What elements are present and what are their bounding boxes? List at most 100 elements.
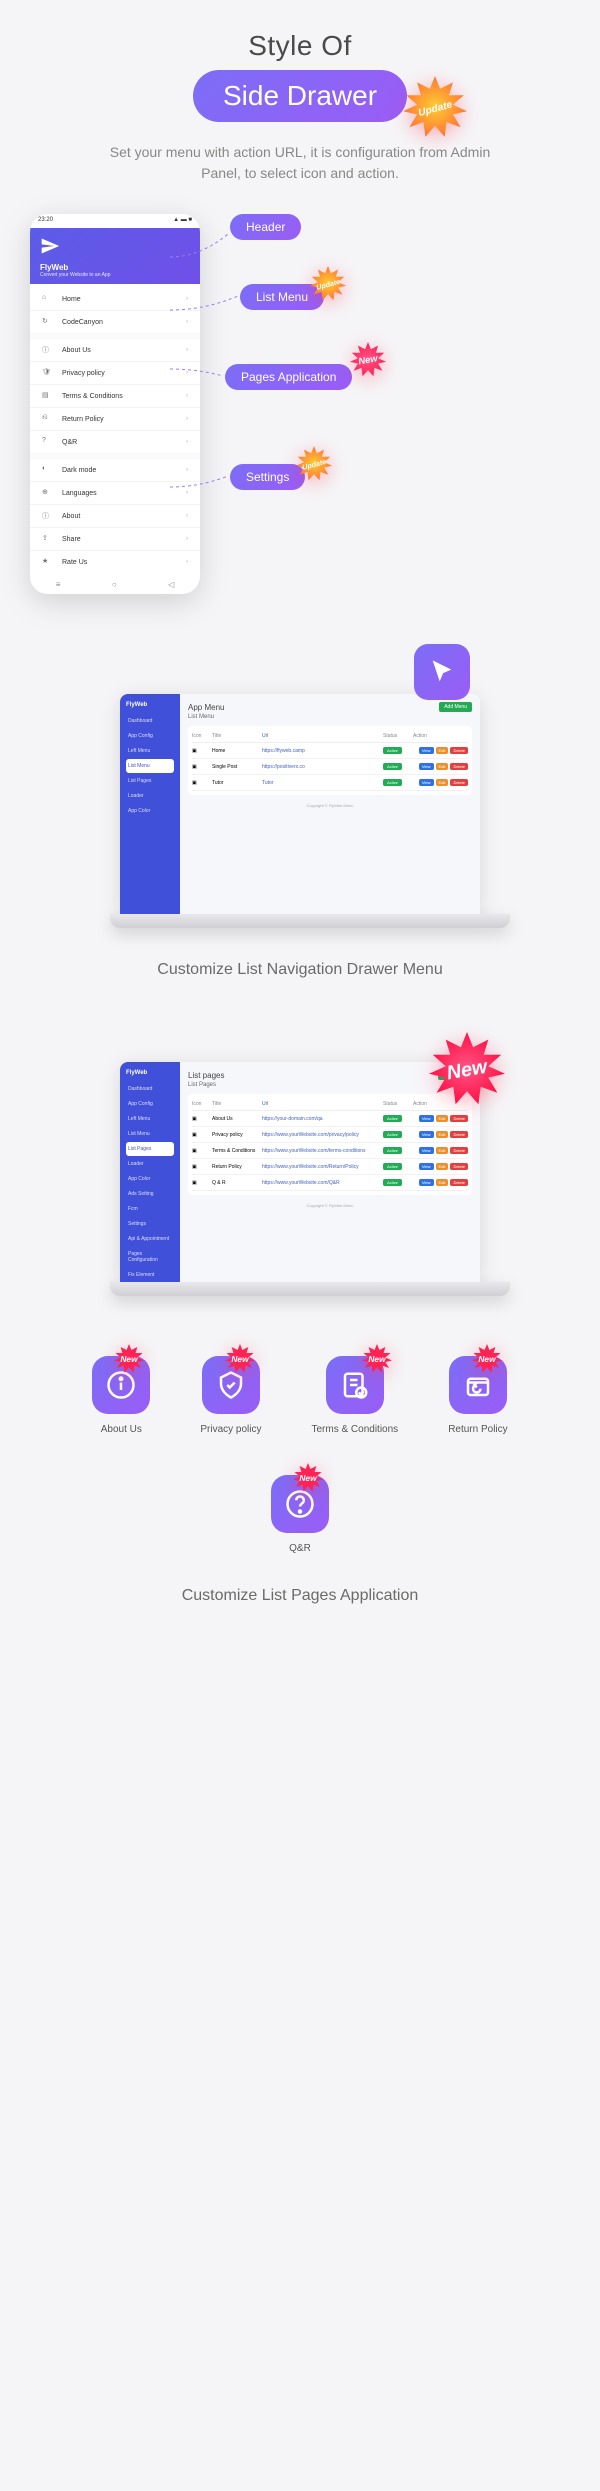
view-button[interactable]: View xyxy=(419,1131,434,1138)
callout-line xyxy=(170,364,225,384)
edit-button[interactable]: Edit xyxy=(436,747,449,754)
sidebar-item[interactable]: App Config xyxy=(126,1097,174,1111)
row-status: Active xyxy=(383,1116,413,1122)
drawer-item-codecanyon[interactable]: ↻CodeCanyon› xyxy=(30,311,200,333)
sidebar-item[interactable]: Left Menu xyxy=(126,744,174,758)
add-button[interactable]: Add Menu xyxy=(439,702,472,712)
edit-button[interactable]: Edit xyxy=(436,779,449,786)
laptop-screen: FlyWeb Dashboard App Config Left Menu Li… xyxy=(120,694,480,914)
drawer-item-rate[interactable]: ★Rate Us› xyxy=(30,551,200,573)
laptop-base xyxy=(110,914,510,928)
sidebar-item[interactable]: Api & Appointment xyxy=(126,1232,174,1246)
edit-button[interactable]: Edit xyxy=(436,1179,449,1186)
delete-button[interactable]: Delete xyxy=(450,1163,468,1170)
chevron-right-icon: › xyxy=(186,347,188,353)
row-url[interactable]: https://www.yourWebsite.com/Q&R xyxy=(262,1180,383,1186)
sidebar-item[interactable]: App Color xyxy=(126,804,174,818)
title-line1: Style Of xyxy=(0,30,600,62)
admin-subtitle: List Menu xyxy=(188,714,472,720)
sidebar-item[interactable]: Fix Element xyxy=(126,1268,174,1282)
new-badge-small: New xyxy=(293,1463,323,1493)
title-block: Style Of Side Drawer Update xyxy=(0,30,600,122)
sidebar-item[interactable]: Dashboard xyxy=(126,1082,174,1096)
edit-button[interactable]: Edit xyxy=(436,763,449,770)
row-url[interactable]: Tutor xyxy=(262,780,383,786)
sidebar-item[interactable]: Loader xyxy=(126,789,174,803)
view-button[interactable]: View xyxy=(419,747,434,754)
edit-button[interactable]: Edit xyxy=(436,1163,449,1170)
row-status: Active xyxy=(383,764,413,770)
row-url[interactable]: https://your-domain.com/qa xyxy=(262,1116,383,1122)
sidebar-item[interactable]: List Pages xyxy=(126,774,174,788)
sidebar-item[interactable]: Left Menu xyxy=(126,1112,174,1126)
view-button[interactable]: View xyxy=(419,763,434,770)
th: Status xyxy=(383,1101,413,1107)
admin-footer: Copyright © FlyWeb Menu xyxy=(188,803,472,808)
sidebar-item[interactable]: Fcm xyxy=(126,1202,174,1216)
row-url[interactable]: https://positiverx.co xyxy=(262,764,383,770)
view-button[interactable]: View xyxy=(419,1115,434,1122)
row-actions: ViewEditDelete xyxy=(413,763,468,770)
callout-line xyxy=(170,292,240,312)
row-url[interactable]: https://www.yourWebsite.com/Return/Polic… xyxy=(262,1164,383,1170)
edit-button[interactable]: Edit xyxy=(436,1115,449,1122)
feature-return: New Return Policy xyxy=(448,1356,507,1435)
drawer-item-terms[interactable]: ▤Terms & Conditions› xyxy=(30,385,200,408)
star-icon: ★ xyxy=(42,557,52,567)
title-text: List pages xyxy=(188,1071,224,1080)
delete-button[interactable]: Delete xyxy=(450,1179,468,1186)
sidebar-item[interactable]: Dashboard xyxy=(126,714,174,728)
drawer-item-return[interactable]: ⎌Return Policy› xyxy=(30,408,200,431)
th: Url xyxy=(262,1101,383,1107)
chevron-right-icon: › xyxy=(186,536,188,542)
feature-privacy: New Privacy policy xyxy=(200,1356,261,1435)
row-url[interactable]: https://www.yourWebsite.com/terms-condit… xyxy=(262,1148,383,1154)
row-url[interactable]: https://www.yourWebsite.com/privacy/poli… xyxy=(262,1132,383,1138)
th: Icon xyxy=(192,1101,212,1107)
row-status: Active xyxy=(383,1148,413,1154)
view-button[interactable]: View xyxy=(419,1147,434,1154)
row-url[interactable]: https://flyweb.camp xyxy=(262,748,383,754)
caption-1: Customize List Navigation Drawer Menu xyxy=(0,958,600,982)
drawer-item-about2[interactable]: ⓘAbout› xyxy=(30,505,200,528)
row-icon: ▣ xyxy=(192,748,212,754)
drawer-label: CodeCanyon xyxy=(62,319,103,326)
edit-button[interactable]: Edit xyxy=(436,1147,449,1154)
drawer-label: Share xyxy=(62,536,81,543)
drawer-label: Dark mode xyxy=(62,467,96,474)
admin-logo: FlyWeb xyxy=(126,700,174,714)
delete-button[interactable]: Delete xyxy=(450,1115,468,1122)
sidebar-item[interactable]: Loader xyxy=(126,1157,174,1171)
row-icon: ▣ xyxy=(192,780,212,786)
title-text: App Menu xyxy=(188,703,224,712)
drawer-label: Languages xyxy=(62,490,97,497)
row-actions: ViewEditDelete xyxy=(413,1179,468,1186)
delete-button[interactable]: Delete xyxy=(450,763,468,770)
view-button[interactable]: View xyxy=(419,1179,434,1186)
drawer-label: Rate Us xyxy=(62,559,87,566)
moon-icon: ◐ xyxy=(42,465,52,475)
sidebar-item[interactable]: Pages Configuration xyxy=(126,1247,174,1267)
sidebar-item[interactable]: Ads Setting xyxy=(126,1187,174,1201)
sidebar-item[interactable]: List Menu xyxy=(126,1127,174,1141)
edit-button[interactable]: Edit xyxy=(436,1131,449,1138)
sidebar-item-active[interactable]: List Pages xyxy=(126,1142,174,1156)
chevron-right-icon: › xyxy=(186,319,188,325)
delete-button[interactable]: Delete xyxy=(450,1131,468,1138)
chevron-right-icon: › xyxy=(186,513,188,519)
drawer-item-about[interactable]: ⓘAbout Us› xyxy=(30,339,200,362)
delete-button[interactable]: Delete xyxy=(450,779,468,786)
question-icon: ? xyxy=(42,437,52,447)
delete-button[interactable]: Delete xyxy=(450,747,468,754)
sidebar-item[interactable]: App Config xyxy=(126,729,174,743)
delete-button[interactable]: Delete xyxy=(450,1147,468,1154)
view-button[interactable]: View xyxy=(419,1163,434,1170)
view-button[interactable]: View xyxy=(419,779,434,786)
drawer-label: Terms & Conditions xyxy=(62,393,123,400)
sidebar-item[interactable]: App Color xyxy=(126,1172,174,1186)
drawer-item-qr[interactable]: ?Q&R› xyxy=(30,431,200,453)
row-title: Terms & Conditions xyxy=(212,1148,262,1154)
sidebar-item-active[interactable]: List Menu xyxy=(126,759,174,773)
sidebar-item[interactable]: Settings xyxy=(126,1217,174,1231)
drawer-item-share[interactable]: ⇪Share› xyxy=(30,528,200,551)
